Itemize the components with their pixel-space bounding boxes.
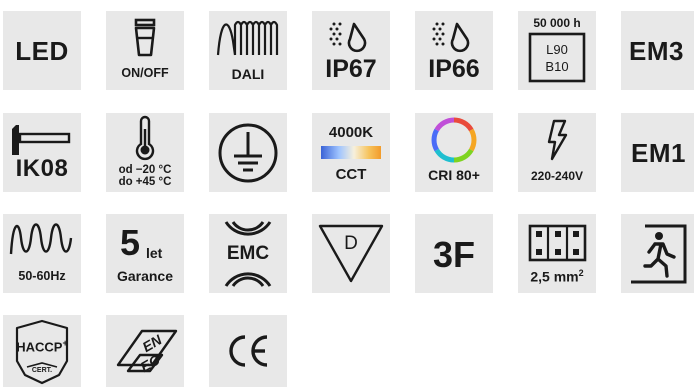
terminal-label-sup: 2 — [578, 268, 584, 278]
voltage-label: 220-240V — [530, 169, 584, 183]
d-mark-label: D — [344, 233, 358, 254]
onoff-tile: ON/OFF — [106, 11, 184, 90]
terminal-label-text: 2,5 mm — [530, 268, 579, 285]
em1-label: EM1 — [631, 138, 686, 168]
dali-label: DALI — [231, 66, 265, 82]
terminal-tile: 2,5 mm2 — [518, 214, 596, 293]
warranty-suffix: let — [146, 245, 163, 261]
warranty-label: Garance — [116, 268, 174, 284]
protective-earth-icon — [218, 123, 278, 183]
onoff-label: ON/OFF — [121, 66, 169, 80]
enec-mark-icon: EN EC — [116, 329, 178, 375]
warranty-number: 5 — [120, 222, 141, 263]
ground-tile — [209, 113, 287, 192]
ip66-label: IP66 — [428, 55, 480, 83]
cct-tile: 4000K CCT — [312, 113, 390, 192]
exit-tile — [621, 214, 694, 293]
haccp-plus: + — [62, 338, 68, 348]
em3-tile: EM3 — [621, 11, 694, 90]
3f-label: 3F — [432, 234, 475, 275]
dali-tile: DALI — [209, 11, 287, 90]
led-label: LED — [15, 36, 69, 66]
voltage-tile: 220-240V — [518, 113, 596, 192]
cri-tile: CRI 80+ — [415, 113, 493, 192]
ik08-tile: IK08 — [3, 113, 81, 192]
freq-label: 50-60Hz — [18, 269, 66, 283]
cct-label: CCT — [335, 166, 367, 183]
d-mark-tile: D — [312, 214, 390, 293]
led-tile: LED — [3, 11, 81, 90]
em1-tile: EM1 — [621, 113, 694, 192]
lifetime-l: L90 — [546, 42, 568, 57]
emergency-exit-icon — [631, 224, 687, 284]
ce-mark-icon — [229, 335, 268, 367]
temp-max: do +45 °C — [118, 176, 172, 188]
ip67-label: IP67 — [325, 55, 377, 83]
emc-tile: EMC — [209, 214, 287, 293]
emc-label: EMC — [226, 243, 270, 264]
temp-tile: od −20 °C do +45 °C — [106, 113, 184, 192]
haccp-tile: HACCP+ CERT. — [3, 315, 81, 387]
temp-min: od −20 °C — [118, 164, 172, 176]
3f-tile: 3F — [415, 214, 493, 293]
lifetime-tile: 50 000 h L90 B10 — [518, 11, 596, 90]
haccp-label: HACCP+ — [3, 338, 81, 355]
ik08-label: IK08 — [15, 155, 69, 182]
warranty-tile: 5 let Garance — [106, 214, 184, 293]
ip66-tile: IP66 — [415, 11, 493, 90]
ce-tile — [209, 315, 287, 387]
em3-label: EM3 — [629, 36, 684, 66]
enec-tile: EN EC — [106, 315, 184, 387]
lifetime-b: B10 — [545, 59, 569, 74]
haccp-text: HACCP — [16, 339, 63, 355]
haccp-sub: CERT. — [31, 367, 53, 374]
cri-label: CRI 80+ — [428, 167, 480, 183]
ip67-tile: IP67 — [312, 11, 390, 90]
freq-tile: 50-60Hz — [3, 214, 81, 293]
terminal-label: 2,5 mm2 — [518, 269, 596, 284]
